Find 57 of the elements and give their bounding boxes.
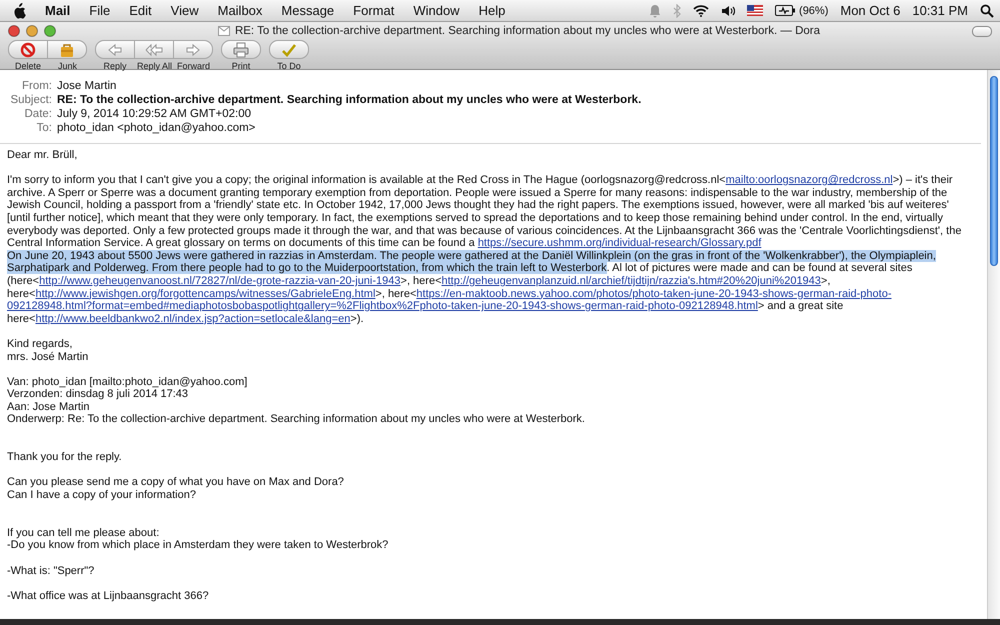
message-paragraph: -What is: "Sperr"? (7, 564, 96, 578)
zoom-button[interactable] (44, 25, 56, 37)
menu-time[interactable]: 10:31 PM (912, 3, 968, 18)
link[interactable]: 092128948.html?format=embed#mediaphotosbobaspotlightgallery=%2Flightbox%2Fphoto-taken-june-20-1943-shows-german-raid-photo-092128948.html (7, 300, 758, 312)
link[interactable]: mailto:oorlogsnazorg@redcross.nl (726, 174, 893, 186)
trash-bag-icon (58, 42, 76, 58)
minimize-button[interactable] (26, 25, 38, 37)
field-value: photo_idan <photo_idan@yahoo.com> (57, 122, 256, 134)
pill-button[interactable] (972, 26, 992, 37)
message-paragraph: Kind regards, mrs. José Martin (7, 338, 90, 364)
field-value: July 9, 2014 10:29:52 AM GMT+02:00 (57, 108, 252, 120)
menu-date[interactable]: Mon Oct 6 (840, 3, 900, 18)
battery-percentage: (96%) (799, 4, 828, 16)
field-label: Subject: (9, 94, 53, 106)
message-paragraph: Dear mr. Brüll, (7, 149, 78, 162)
menu-item[interactable]: Edit (129, 3, 152, 18)
menu-item[interactable]: Format (353, 3, 394, 18)
menu-item[interactable]: Help (478, 3, 506, 18)
close-button[interactable] (8, 25, 20, 37)
menu-item[interactable]: Mail (45, 3, 70, 18)
reply-all-icon (145, 42, 163, 58)
message-paragraph: I'm sorry to inform you that I can't give you a copy; the original information is available at the Red Cross in The Hague (oorlogsnazorg@redcross.nl<mailto:oorlogsnazorg@redcross.nl>) – it's their archive. A Sperr or Sperre was a document granting temporary exemption from deportation. People were issued a Sperre for many reasons: indispensable to the war industry, membership of the Jewish Council, holding a passport from a 'friendly' state etc. In October 1942, 17,000 Jews thought they had the right papers. The exemptions issued, however, were all marked 'bis auf weiteres' [until further notice], which meant that they were only temporary. In fact, the exemptions served to spread the deportations and to keep those remaining behind under control. In the end, virtually everybody was deported. Only a few protected groups made it through the war, and that was because of various coincidences. At the Lijnbaansgracht 366 was the 'Centrale Voorlichtingsdienst', the Central Information Service. A great glossary on terms on documents of this time can be found a https://secure.ushmm.org/individual-research/Glossary.pdf On June 20, 1943 about 5500 Jews were gathered in razzias in Amsterdam. The people were gathered at the Daniël Willinkplein (on the gras in front of the 'Wolkenkrabber'), the Olympiaplein, Sarphatipark and Polderweg. From there people had to go to the Muiderpoortstation, from which the train left to Westerbork. Al lot of pictures were made and can be found at several sites (here<http://www.geheugenvanoost.nl/72827/nl/de-grote-razzia-van-20-juni-1943>, here<http://geheugenvanplanzuid.nl/archief/tijdtijn/razzia's.htm#20%20juni%201943>, here<http://www.jewishgen.org/forgottencamps/witnesses/GabrieleEng.html>, here<https://en-maktoob.news.yahoo.com/photos/photo-taken-june-20-1943-shows-german-raid-photo- 092128948.html?format=embed#mediaphotosbobaspotlightgallery=%2Flightbox%2Fphoto-taken-june-20-1943-shows-german-raid-photo-092128948.html> and a great site here<http://www.beeldbankwo2.nl/index.jsp?action=setlocale&lang=en>). (7, 174, 962, 326)
checkmark-icon (280, 42, 298, 58)
document-icon (218, 26, 230, 36)
delete-icon (19, 42, 37, 58)
forward-icon (184, 42, 202, 58)
search-icon[interactable] (980, 4, 994, 18)
link[interactable]: http://geheugenvanplanzuid.nl/archief/tijdtijn/razzia's.htm#20%20juni%201943 (442, 274, 821, 287)
link[interactable]: https://secure.ushmm.org/individual-research/Glossary.pdf (478, 237, 762, 250)
link[interactable]: https://en-maktoob.news.yahoo.com/photos/photo-taken-june-20-1943-shows-german-raid-photo- (416, 288, 892, 300)
message-paragraph: Can you please send me a copy of what you have on Max and Dora? Can I have a copy of your information? (7, 476, 345, 502)
menu-item[interactable]: Mailbox (218, 3, 262, 18)
menu-item[interactable]: View (170, 3, 199, 18)
menu-item[interactable]: Message (281, 3, 334, 18)
message-paragraph: If you can tell me please about: -Do you know from which place in Amsterdam they were taken to Westerbrok? (7, 526, 390, 552)
printer-icon (232, 42, 250, 58)
flag-icon[interactable] (747, 5, 764, 16)
link[interactable]: http://www.beeldbankwo2.nl/index.jsp?action=setlocale&lang=en (35, 312, 350, 325)
menu-item[interactable]: File (89, 3, 110, 18)
link[interactable]: http://www.geheugenvanoost.nl/72827/nl/de-grote-razzia-van-20-juni-1943 (39, 274, 401, 287)
apple-icon (12, 2, 26, 18)
wifi-icon[interactable] (693, 4, 710, 17)
field-value: RE: To the collection-archive department. Searching information about my uncles who were at Westerbork. (57, 94, 642, 106)
field-label: To: (36, 122, 53, 134)
window-title: RE: To the collection-archive department. Searching information about my uncles who were at Westerbork. — Dora (234, 25, 820, 37)
scrollbar-thumb[interactable] (990, 76, 998, 266)
menu-item[interactable]: Window (413, 3, 460, 18)
reply-icon (106, 42, 124, 58)
message-paragraph: -What office was at Lijnbaansgracht 366? (7, 590, 210, 602)
link[interactable]: http://www.jewishgen.org/forgottencamps/witnesses/GabrieleEng.html (35, 288, 376, 300)
message-paragraph: Van: photo_idan [mailto:photo_idan@yahoo.com] Verzonden: dinsdag 8 juli 2014 17:43 Aan: Jose Martin Onderwerp: Re: To the collection-archive department. Searching information about my uncles who were at Westerbork. (7, 376, 586, 426)
message-paragraph: Thank you for the reply. (7, 451, 123, 464)
field-label: From: (20, 80, 53, 92)
field-label: Date: (24, 108, 53, 120)
volume-icon[interactable] (721, 4, 736, 16)
field-value: Jose Martin (57, 80, 116, 92)
battery-icon[interactable] (775, 5, 796, 16)
